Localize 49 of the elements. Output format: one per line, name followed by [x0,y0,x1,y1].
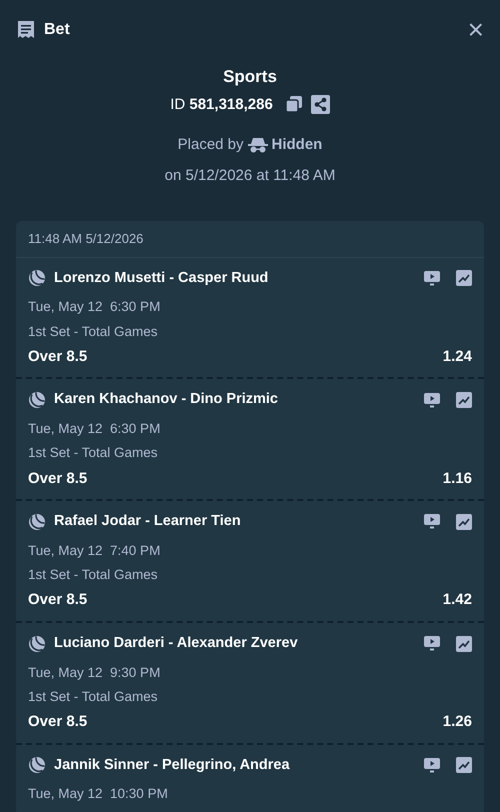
placement-date: on 5/12/2026 at 11:48 AM [164,166,336,186]
bet-id: ID 581,318,286 [170,94,273,114]
live-stream-icon[interactable] [424,758,440,773]
statistics-icon[interactable] [456,392,472,408]
live-stream-icon[interactable] [424,636,440,652]
market-name: 1st Set - Total Games [28,444,159,462]
match-date: Tue, May 12 10:30 PM [28,785,169,804]
match-title: Rafael Jodar - Learner Tien [54,512,241,531]
tennis-ball-icon [28,756,46,774]
copy-icon[interactable] [284,95,303,114]
market-name: 1st Set - Total Games [28,322,159,340]
odds: 1.26 [442,712,472,732]
match-date: Tue, May 12 7:40 PM [28,542,162,560]
bet-category: Sports [222,66,278,88]
odds: 1.16 [442,468,472,488]
match-title: Karen Khachanov - Dino Prizmic [54,390,278,410]
placed-by-user: Hidden [272,135,322,155]
tennis-ball-icon [28,391,46,410]
selection: Over 8.5 [28,712,88,732]
selection: Over 8.5 [28,468,88,488]
statistics-icon[interactable] [456,636,472,652]
tennis-ball-icon [28,512,46,531]
statistics-icon[interactable] [456,270,472,286]
match-title: Lorenzo Musetti - Casper Ruud [54,268,268,288]
live-stream-icon[interactable] [424,270,440,286]
match-title: Luciano Darderi - Alexander Zverev [54,634,298,653]
tennis-ball-icon [28,634,46,653]
share-icon[interactable] [310,95,330,114]
odds: 1.24 [442,346,472,367]
selection: Over 8.5 [28,346,88,367]
panel-title: Bet [44,20,70,40]
odds: 1.42 [442,590,472,610]
placed-by-label: Placed by [178,135,244,155]
match-date: Tue, May 12 6:30 PM [28,420,162,438]
market-name: 1st Set - Total Games [28,688,159,706]
match-date: Tue, May 12 6:30 PM [28,298,162,316]
match-date: Tue, May 12 9:30 PM [28,664,162,682]
slip-timestamp: 11:48 AM 5/12/2026 [16,221,484,258]
live-stream-icon[interactable] [424,514,440,530]
statistics-icon[interactable] [456,757,472,774]
statistics-icon[interactable] [456,514,472,530]
market-name: 1st Set - Total Games [28,566,159,584]
incognito-icon [248,137,268,154]
match-title: Jannik Sinner - Pellegrino, Andrea [54,756,290,774]
selection: Over 8.5 [28,590,88,610]
receipt-icon [16,20,36,40]
tennis-ball-icon [28,269,46,288]
live-stream-icon[interactable] [424,392,440,408]
close-button[interactable]: × [468,16,484,44]
